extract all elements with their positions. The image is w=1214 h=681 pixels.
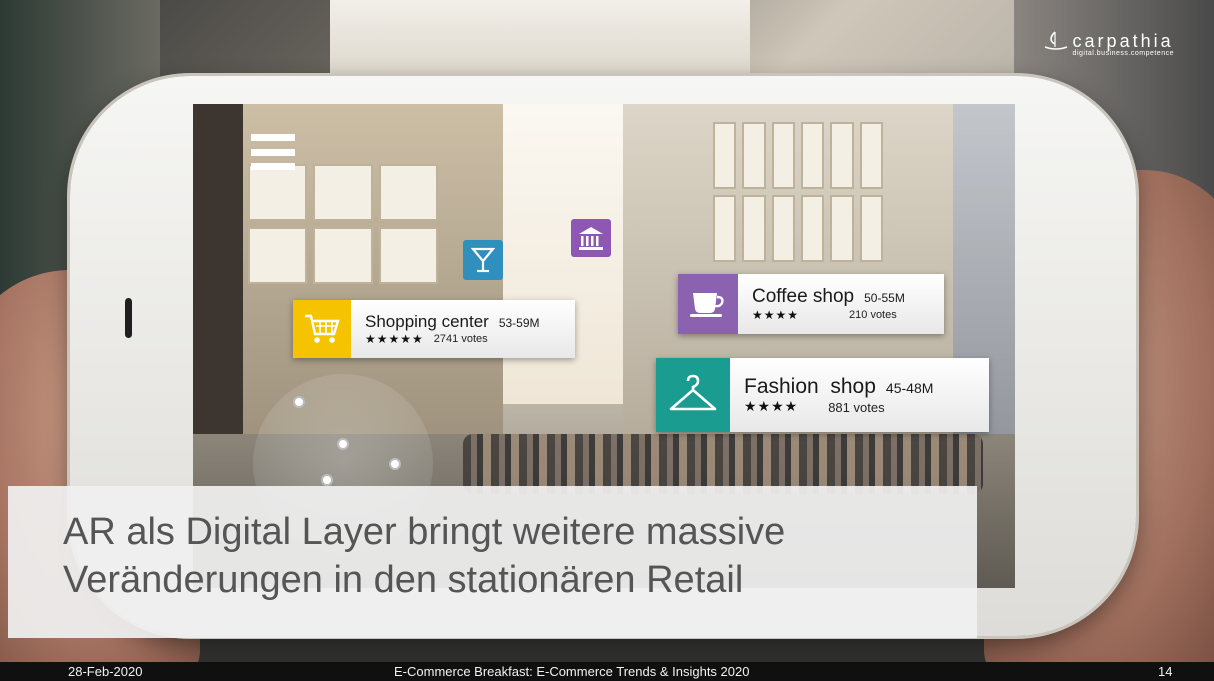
footer-event-name: E-Commerce Breakfast: E-Commerce Trends … [394, 664, 750, 679]
poi-distance: 50-55M [864, 291, 905, 305]
presentation-slide: Shopping center 53-59M ★★★★★ 2741 votes [0, 0, 1214, 681]
hanger-icon [656, 358, 730, 432]
poi-distance: 53-59M [498, 316, 540, 330]
ar-card-shopping-center[interactable]: Shopping center 53-59M ★★★★★ 2741 votes [293, 300, 575, 358]
star-rating: ★★★★ [744, 399, 799, 415]
slide-title-box: AR als Digital Layer bringt weitere mass… [8, 486, 977, 638]
star-rating: ★★★★ [752, 308, 800, 322]
vote-count: 210 votes [849, 309, 897, 321]
shopping-cart-icon [293, 300, 351, 358]
crowd-of-people [463, 434, 983, 494]
logo-name: carpathia [1072, 30, 1174, 51]
location-dot [293, 396, 305, 408]
cocktail-glass-icon[interactable] [463, 240, 503, 280]
museum-icon[interactable] [571, 219, 611, 257]
poi-name: Coffee shop [752, 286, 855, 307]
page-number: 14 [1158, 664, 1173, 679]
coffee-cup-icon [678, 274, 738, 334]
phone-side-button [125, 298, 132, 338]
slide-title-line-1: AR als Digital Layer bringt weitere mass… [63, 511, 786, 553]
star-rating: ★★★★★ [365, 332, 424, 346]
vote-count: 2741 votes [433, 333, 488, 345]
poi-distance: 45-48M [885, 380, 934, 396]
poi-name: Fashion shop [744, 375, 876, 398]
building-windows-right [713, 122, 883, 262]
ar-card-coffee-shop[interactable]: Coffee shop 50-55M ★★★★ 210 votes [678, 274, 944, 334]
hamburger-menu-icon[interactable] [251, 134, 295, 170]
location-dot [389, 458, 401, 470]
location-dot [337, 438, 349, 450]
sailboat-icon [1044, 31, 1067, 50]
carpathia-logo: carpathia digital.business.competence [1043, 30, 1174, 57]
location-dot [321, 474, 333, 486]
ar-card-fashion-shop[interactable]: Fashion shop 45-48M ★★★★ 881 votes [656, 358, 989, 432]
poi-name: Shopping center [365, 312, 489, 331]
building-windows-left [248, 164, 438, 284]
slide-footer: 28-Feb-2020 E-Commerce Breakfast: E-Comm… [0, 662, 1214, 681]
logo-tagline: digital.business.competence [1072, 50, 1174, 57]
slide-title-line-2: Veränderungen in den stationären Retail [63, 559, 744, 601]
vote-count: 881 votes [828, 399, 885, 415]
footer-date: 28-Feb-2020 [68, 664, 143, 679]
